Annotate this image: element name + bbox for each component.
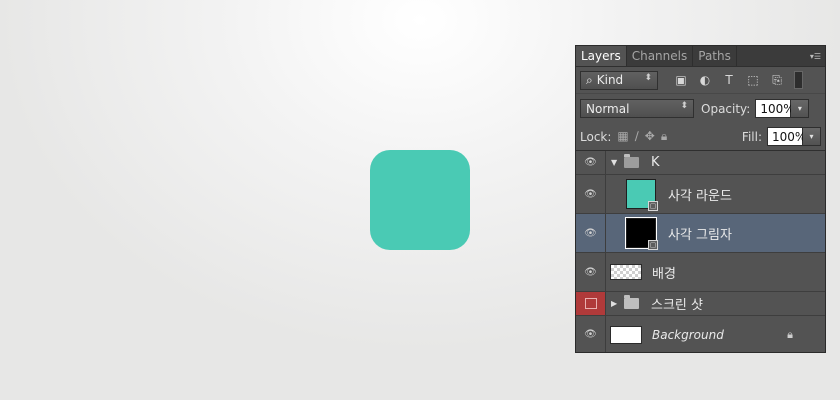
visibility-off-icon[interactable] [576, 292, 606, 315]
type-filter-icon[interactable]: T [722, 73, 736, 87]
shape-layer-icon: ▢ [648, 240, 658, 250]
fill-label: Fill: [741, 129, 762, 144]
blend-row: Normal ⬍ Opacity: 100% ▾ [576, 93, 825, 123]
eye-icon[interactable]: 👁︎ [576, 253, 606, 291]
lock-options: ▦ ∕ ✥ 🔒︎ [617, 129, 667, 144]
layer-row[interactable]: 👁︎ ▼ K [576, 151, 825, 175]
blend-mode-select[interactable]: Normal ⬍ [580, 99, 694, 118]
layer-row-selected[interactable]: 👁︎ ▢ 사각 그림자 [576, 214, 825, 253]
chevron-updown-icon: ⬍ [644, 72, 652, 83]
layer-name: K [651, 155, 660, 170]
shape-layer-icon: ▢ [648, 201, 658, 211]
eye-icon[interactable]: 👁︎ [576, 151, 606, 174]
eye-icon[interactable]: 👁︎ [576, 316, 606, 352]
folder-icon [624, 295, 639, 309]
layer-thumbnail: ▢ [625, 217, 658, 250]
filter-row: ⌕ Kind ⬍ ▣ ◐ T ⬚ ⎘ [576, 67, 825, 93]
collapse-triangle-icon[interactable]: ▶ [611, 299, 620, 308]
lock-label: Lock: [580, 129, 612, 144]
eye-icon[interactable]: 👁︎ [576, 175, 606, 213]
filter-toggle-switch[interactable] [794, 71, 803, 89]
fill-input[interactable]: 100% [767, 127, 806, 146]
layer-row[interactable]: 👁︎ ▢ 사각 라운드 [576, 175, 825, 214]
lock-row: Lock: ▦ ∕ ✥ 🔒︎ Fill: 100% ▾ [576, 123, 825, 150]
filter-kind-label: Kind [596, 73, 624, 87]
layer-name: 스크린 샷 [651, 298, 703, 313]
panel-menu-icon[interactable]: ▾☰ [810, 52, 821, 61]
layer-thumbnail: ▢ [626, 179, 658, 211]
rounded-square-shape [370, 150, 470, 250]
lock-icon: 🔒︎ [787, 327, 793, 341]
transparent-thumbnail [610, 264, 642, 280]
layers-list: 👁︎ ▼ K 👁︎ ▢ 사각 라운드 👁︎ ▢ 사각 그림자 👁︎ 배경 ▶ 스… [576, 150, 825, 352]
blend-mode-value: Normal [586, 101, 630, 116]
smart-object-filter-icon[interactable]: ⎘ [770, 73, 784, 88]
layer-name: 사각 그림자 [668, 227, 732, 243]
filter-type-icons: ▣ ◐ T ⬚ ⎘ [674, 73, 784, 88]
tab-channels[interactable]: Channels [627, 46, 694, 66]
adjustment-filter-icon[interactable]: ◐ [698, 73, 712, 87]
opacity-input[interactable]: 100% [755, 99, 795, 118]
fill-dropdown-button[interactable]: ▾ [803, 127, 821, 146]
layer-row[interactable]: 👁︎ 배경 [576, 253, 825, 292]
lock-all-icon[interactable]: 🔒︎ [661, 129, 667, 144]
chevron-updown-icon: ⬍ [680, 101, 688, 111]
layer-name: 배경 [652, 266, 676, 282]
opacity-dropdown-button[interactable]: ▾ [791, 99, 810, 118]
expand-triangle-icon[interactable]: ▼ [611, 158, 620, 167]
folder-icon [624, 154, 639, 168]
layer-name: Background [652, 327, 724, 342]
tab-paths[interactable]: Paths [693, 46, 737, 66]
filter-kind-select[interactable]: ⌕ Kind ⬍ [580, 70, 658, 90]
panel-tabbar: Layers Channels Paths ▾☰ [576, 46, 825, 67]
eye-icon[interactable]: 👁︎ [576, 214, 606, 252]
white-thumbnail [610, 325, 642, 344]
lock-image-brush-icon[interactable]: ∕ [635, 129, 639, 144]
opacity-label: Opacity: [701, 101, 751, 116]
layer-row[interactable]: ▶ 스크린 샷 [576, 292, 825, 316]
search-icon: ⌕ [586, 72, 593, 87]
layer-name: 사각 라운드 [668, 188, 732, 204]
lock-transparent-icon[interactable]: ▦ [617, 129, 628, 144]
layers-panel: Layers Channels Paths ▾☰ ⌕ Kind ⬍ ▣ ◐ T … [575, 45, 826, 353]
image-filter-icon[interactable]: ▣ [674, 73, 688, 87]
tab-layers[interactable]: Layers [576, 46, 627, 66]
layer-row[interactable]: 👁︎ Background 🔒︎ [576, 316, 825, 352]
lock-position-icon[interactable]: ✥ [645, 129, 655, 144]
shape-filter-icon[interactable]: ⬚ [746, 73, 760, 87]
